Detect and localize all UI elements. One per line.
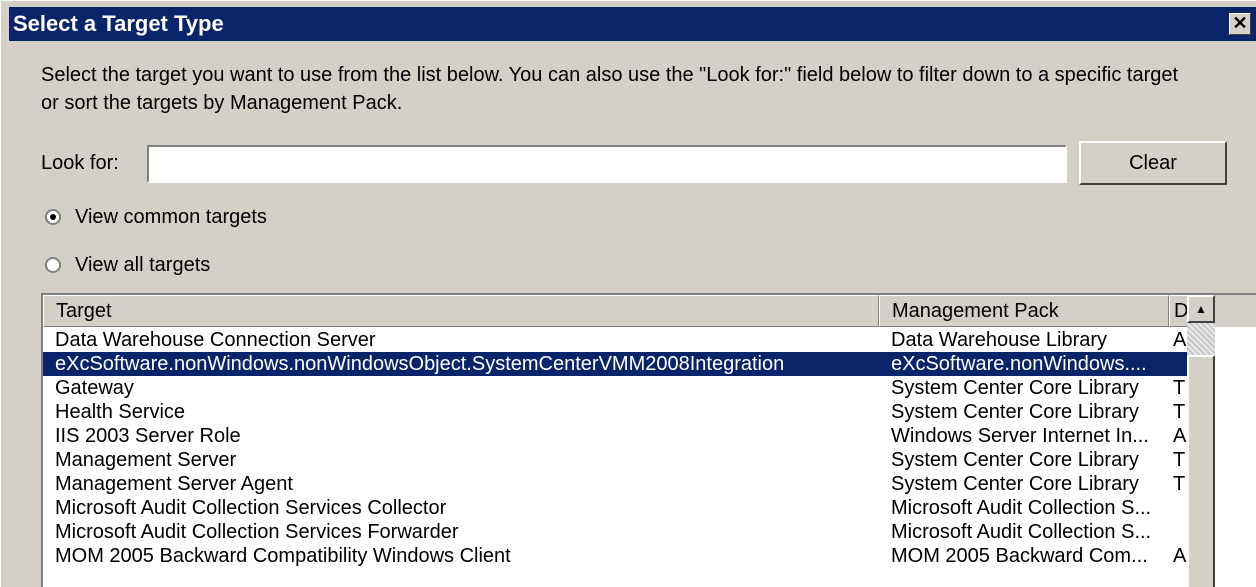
target-cell: MOM 2005 Backward Compatibility Windows … [55, 545, 511, 567]
look-for-label: Look for: [41, 152, 119, 174]
description-cell: T [1173, 377, 1186, 399]
list-rows: Data Warehouse Connection Server Data War… [43, 328, 1187, 568]
target-cell: Data Warehouse Connection Server [55, 329, 376, 351]
target-cell: eXcSoftware.nonWindows.nonWindowsObject.… [55, 353, 785, 375]
management-pack-cell: Windows Server Internet In... [891, 425, 1149, 447]
look-for-input[interactable] [147, 145, 1067, 183]
table-row[interactable]: Microsoft Audit Collection Services Forw… [43, 520, 1187, 544]
table-row[interactable]: eXcSoftware.nonWindows.nonWindowsObject.… [43, 352, 1187, 376]
target-cell: Management Server [55, 449, 237, 471]
target-cell: Gateway [55, 377, 134, 399]
description-cell [1169, 520, 1187, 544]
description-cell: T [1173, 473, 1186, 495]
clear-button[interactable]: Clear [1079, 141, 1227, 185]
close-button[interactable]: ✕ [1229, 13, 1251, 35]
column-header-management-pack[interactable]: Management Pack [879, 295, 1169, 327]
view-all-targets-option[interactable]: View all targets [45, 253, 210, 277]
view-all-targets-label: View all targets [75, 254, 211, 276]
table-row[interactable]: IIS 2003 Server Role Windows Server Inter… [43, 424, 1187, 448]
description-cell [1169, 496, 1187, 520]
description-text: Select the target you want to use from t… [41, 64, 1179, 114]
table-row[interactable]: Gateway System Center Core Library T [43, 376, 1187, 400]
description-cell: T [1173, 401, 1186, 423]
management-pack-cell: Microsoft Audit Collection S... [891, 521, 1152, 543]
select-target-type-dialog: Select a Target Type ✕ Select the target… [0, 0, 1256, 587]
target-cell: IIS 2003 Server Role [55, 425, 241, 447]
scroll-thumb[interactable] [1187, 355, 1215, 587]
management-pack-cell: MOM 2005 Backward Com... [891, 545, 1148, 567]
target-cell: Health Service [55, 401, 186, 423]
target-cell: Microsoft Audit Collection Services Coll… [55, 497, 447, 519]
view-common-targets-option[interactable]: View common targets [45, 205, 267, 229]
targets-list[interactable]: Target Management Pack D Data Warehouse … [41, 293, 1256, 587]
table-row[interactable]: MOM 2005 Backward Compatibility Windows … [43, 544, 1187, 568]
description-cell: A [1173, 425, 1187, 447]
target-cell: Management Server Agent [55, 473, 293, 495]
management-pack-cell: System Center Core Library [891, 401, 1139, 423]
dialog-title: Select a Target Type [13, 11, 224, 36]
table-row[interactable]: Management Server Agent System Center Cor… [43, 472, 1187, 496]
management-pack-cell: System Center Core Library [891, 473, 1139, 495]
title-bar[interactable]: Select a Target Type ✕ [9, 7, 1256, 41]
close-icon: ✕ [1232, 13, 1248, 33]
table-row[interactable]: Data Warehouse Connection Server Data War… [43, 328, 1187, 352]
description-cell: A [1173, 545, 1187, 567]
table-row[interactable]: Health Service System Center Core Library… [43, 400, 1187, 424]
radio-unchecked-icon[interactable] [45, 257, 61, 273]
view-common-targets-label: View common targets [75, 206, 267, 228]
description-cell: T [1173, 449, 1186, 471]
description-cell: A [1173, 329, 1187, 351]
arrow-up-icon: ▲ [1195, 302, 1207, 316]
column-header-target[interactable]: Target [43, 295, 879, 327]
management-pack-cell: Data Warehouse Library [891, 329, 1108, 351]
radio-checked-icon[interactable] [45, 209, 61, 225]
management-pack-cell: Microsoft Audit Collection S... [891, 497, 1152, 519]
management-pack-cell: System Center Core Library [891, 377, 1139, 399]
column-header-description[interactable]: D [1169, 295, 1189, 327]
management-pack-cell: System Center Core Library [891, 449, 1139, 471]
description-cell [1169, 352, 1187, 376]
management-pack-cell: eXcSoftware.nonWindows.... [891, 353, 1147, 375]
table-row[interactable]: Management Server System Center Core Libr… [43, 448, 1187, 472]
list-header: Target Management Pack D [43, 295, 1256, 327]
scroll-up-button[interactable]: ▲ [1187, 295, 1215, 323]
target-cell: Microsoft Audit Collection Services Forw… [55, 521, 459, 543]
table-row[interactable]: Microsoft Audit Collection Services Coll… [43, 496, 1187, 520]
